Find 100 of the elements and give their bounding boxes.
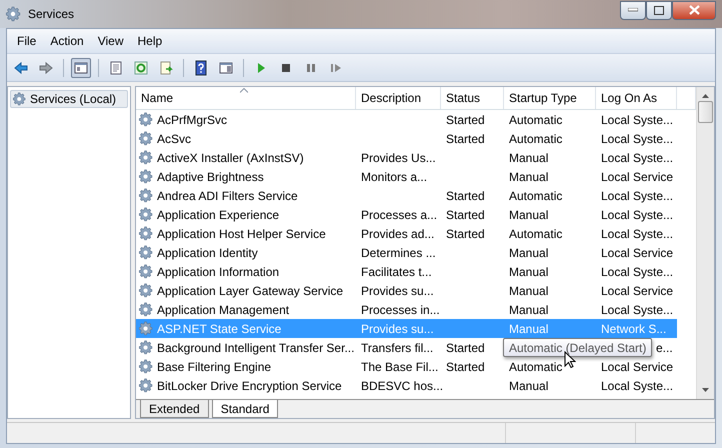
- gear-icon: [139, 169, 154, 184]
- table-cell: Automatic: [509, 226, 562, 240]
- table-cell: The Base Fil...: [361, 360, 438, 374]
- gear-icon: [139, 131, 154, 146]
- table-cell: Local Syste...: [601, 188, 674, 202]
- table-cell: Application Host Helper Service: [157, 226, 326, 240]
- gear-icon: [139, 207, 154, 222]
- gear-icon: [139, 188, 154, 203]
- table-cell: Local Service: [601, 246, 674, 260]
- action-pane-icon: [218, 60, 234, 76]
- forward-arrow-icon: [38, 60, 54, 76]
- refresh-icon: [133, 60, 149, 76]
- service-row[interactable]: Adaptive Brightness Monitors a... Manual Local Service: [136, 167, 677, 186]
- table-cell: Started: [446, 226, 485, 240]
- gear-icon: [139, 112, 154, 127]
- table-cell: Manual: [509, 322, 548, 336]
- table-cell: Started: [446, 208, 485, 222]
- gear-icon: [139, 302, 154, 317]
- table-cell: Local Syste...: [601, 112, 674, 126]
- maximize-button[interactable]: [646, 0, 672, 20]
- table-cell: Local Service: [601, 284, 674, 298]
- table-cell: Started: [446, 132, 485, 146]
- table-cell: Started: [446, 340, 485, 354]
- table-cell: Provides ad...: [361, 226, 434, 240]
- scrollbar[interactable]: [696, 87, 714, 399]
- tree-item[interactable]: Services (Local): [10, 90, 128, 108]
- gear-icon: [139, 150, 154, 165]
- table-cell: e...: [656, 340, 673, 354]
- service-row[interactable]: Application Layer Gateway Service Provides su... Manual Local Service: [136, 281, 677, 300]
- column-header[interactable]: Description: [356, 87, 441, 109]
- table-cell: Automatic: [509, 112, 562, 126]
- service-row[interactable]: Application Management Processes in... Manual Local Syste...: [136, 300, 677, 319]
- menu-item[interactable]: Help: [132, 33, 168, 49]
- column-header[interactable]: Status: [441, 87, 504, 109]
- table-cell: Processes in...: [361, 302, 440, 316]
- table-cell: Determines ...: [361, 246, 436, 260]
- back-arrow-icon: [13, 60, 29, 76]
- table-cell: Local Service: [601, 170, 674, 184]
- minimize-icon: [628, 8, 638, 12]
- gear-icon: [139, 226, 154, 241]
- minimize-button[interactable]: [620, 0, 646, 20]
- service-row[interactable]: Application Host Helper Service Provides ad... Started Automatic Local Syste...: [136, 224, 677, 243]
- menu-item[interactable]: Action: [44, 33, 90, 49]
- table-cell: Manual: [509, 284, 548, 298]
- service-row[interactable]: ActiveX Installer (AxInstSV) Provides Us... Manual Local Syste...: [136, 148, 677, 167]
- service-row[interactable]: Application Information Facilitates t... Manual Local Syste...: [136, 262, 677, 281]
- table-cell: Application Information: [157, 264, 280, 278]
- table-cell: Automatic: [509, 188, 562, 202]
- service-row[interactable]: Background Intelligent Transfer Ser... Transfers fil... Started Automatic (Delayed Start) e...: [136, 338, 677, 357]
- console-tree-button[interactable]: [71, 58, 91, 78]
- table-cell: Automatic: [509, 360, 562, 374]
- gear-icon: [6, 6, 22, 22]
- menu-item[interactable]: View: [92, 33, 130, 49]
- table-cell: Application Experience: [157, 208, 280, 222]
- export-list-icon: [158, 60, 174, 76]
- properties-icon: [108, 60, 124, 76]
- view-tab[interactable]: Standard: [212, 400, 278, 418]
- gear-icon: [13, 92, 27, 106]
- table-cell: Started: [446, 112, 485, 126]
- service-row[interactable]: AcPrfMgrSvc Started Automatic Local Syste...: [136, 110, 677, 129]
- table-cell: BDESVC hos...: [361, 378, 444, 392]
- help-icon: [193, 60, 209, 76]
- console-tree-icon: [73, 60, 89, 76]
- column-header[interactable]: Startup Type: [504, 87, 596, 109]
- table-cell: Background Intelligent Transfer Ser...: [157, 340, 354, 354]
- service-row[interactable]: Base Filtering Engine The Base Fil... Started Automatic Local Service: [136, 357, 677, 376]
- gear-icon: [139, 340, 154, 355]
- table-cell: BitLocker Drive Encryption Service: [157, 378, 342, 392]
- table-cell: Application Management: [157, 302, 290, 316]
- table-cell: Monitors a...: [361, 170, 428, 184]
- service-row[interactable]: AcSvc Started Automatic Local Syste...: [136, 129, 677, 148]
- gear-icon: [139, 378, 154, 393]
- close-icon: [688, 5, 700, 15]
- table-cell: Manual: [509, 302, 548, 316]
- service-row[interactable]: Application Experience Processes a... Started Manual Local Syste...: [136, 205, 677, 224]
- table-cell: Local Syste...: [601, 150, 674, 164]
- menu-item[interactable]: File: [11, 33, 42, 49]
- table-cell: Local Syste...: [601, 208, 674, 222]
- service-row[interactable]: Andrea ADI Filters Service Started Automatic Local Syste...: [136, 186, 677, 205]
- table-cell: Andrea ADI Filters Service: [157, 188, 298, 202]
- column-header[interactable]: Name: [136, 87, 356, 109]
- view-tab[interactable]: Extended: [140, 400, 209, 418]
- gear-icon: [139, 321, 154, 336]
- gear-icon: [139, 264, 154, 279]
- table-cell: Manual: [509, 378, 548, 392]
- table-cell: Provides su...: [361, 284, 434, 298]
- close-button[interactable]: [672, 0, 716, 20]
- scroll-thumb[interactable]: [698, 101, 713, 123]
- table-cell: Manual: [509, 208, 548, 222]
- column-header[interactable]: Log On As: [596, 87, 677, 109]
- table-cell: Network S...: [601, 322, 666, 336]
- service-row[interactable]: Application Identity Determines ... Manual Local Service: [136, 243, 677, 262]
- gear-icon: [139, 283, 154, 298]
- table-cell: Manual: [509, 150, 548, 164]
- table-cell: Local Service: [601, 360, 674, 374]
- table-cell: Provides su...: [361, 322, 434, 336]
- table-cell: ASP.NET State Service: [157, 322, 282, 336]
- table-cell: Local Syste...: [601, 302, 674, 316]
- service-row[interactable]: BitLocker Drive Encryption Service BDESVC hos... Manual Local Syste...: [136, 376, 677, 395]
- gear-icon: [139, 245, 154, 260]
